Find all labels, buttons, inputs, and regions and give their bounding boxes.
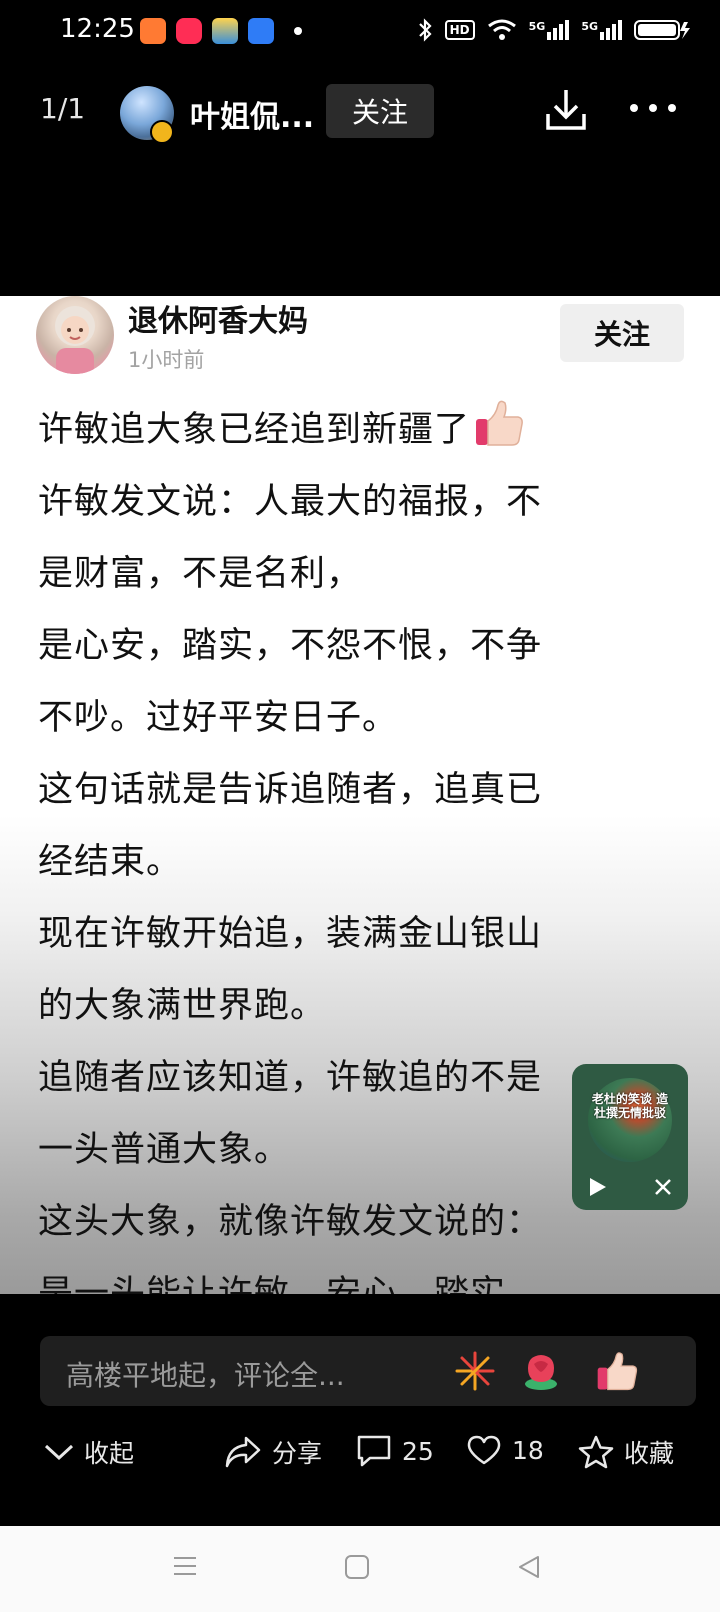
action-bar: 收起 分享 25 18 收藏 — [0, 1434, 720, 1494]
post-time: 1小时前 — [128, 348, 205, 372]
search-app-icon — [248, 18, 274, 44]
heart-icon — [467, 1435, 501, 1465]
network-label: 5G — [528, 20, 546, 33]
follow-poster-button[interactable]: 关注 — [560, 304, 684, 362]
thumbs-up-emoji — [476, 400, 523, 446]
rose-emoji[interactable] — [520, 1350, 562, 1392]
collapse-label: 收起 — [84, 1439, 135, 1468]
signal-bar — [600, 32, 604, 40]
comment-input[interactable]: 高楼平地起，评论全... — [40, 1336, 696, 1406]
bluetooth-icon — [418, 18, 432, 42]
back-icon[interactable] — [516, 1554, 542, 1580]
notification-dot — [294, 27, 302, 35]
favorite-button[interactable]: 收藏 — [578, 1434, 674, 1470]
hd-badge: HD — [444, 20, 475, 40]
download-icon[interactable] — [544, 86, 588, 134]
signal-5g-2: 5G — [581, 20, 622, 40]
star-icon — [578, 1435, 614, 1469]
post-line: 是财富，不是名利， — [38, 554, 363, 594]
game-app-icon — [212, 18, 238, 44]
bottom-panel: 高楼平地起，评论全... 收起 分享 25 18 收藏 — [0, 1294, 720, 1526]
post-line: 的大象满世界跑。 — [38, 986, 327, 1026]
post-line-text: 许敏追大象已经追到新疆了 — [38, 410, 471, 450]
post-line: 这句话就是告诉追随者，追真已 — [38, 770, 543, 810]
like-count: 18 — [512, 1435, 544, 1465]
floating-mini-player[interactable]: 老杜的笑谈 造杜撰无情批驳 — [572, 1064, 688, 1210]
post-line: 是一头能让许敏，安心，踏实 — [38, 1274, 507, 1294]
home-icon[interactable] — [344, 1554, 370, 1580]
battery-icon — [634, 20, 690, 40]
more-dot — [668, 104, 676, 112]
signal-5g-1: 5G — [529, 20, 570, 40]
comment-placeholder: 高楼平地起，评论全... — [66, 1359, 345, 1392]
poster-name[interactable]: 退休阿香大妈 — [128, 296, 308, 340]
status-app-icons — [140, 18, 302, 44]
chevron-down-icon — [44, 1444, 74, 1461]
post-line: 不吵。过好平安日子。 — [38, 698, 399, 738]
like-button[interactable]: 18 — [466, 1434, 544, 1466]
signal-bar — [618, 20, 622, 40]
video-app-icon — [176, 18, 202, 44]
post-line: 经结束。 — [38, 842, 183, 882]
post-line: 许敏追大象已经追到新疆了 — [38, 394, 688, 466]
signal-bar — [559, 24, 564, 40]
collapse-button[interactable]: 收起 — [44, 1434, 134, 1470]
menu-icon[interactable] — [172, 1554, 198, 1578]
mini-player-title: 老杜的笑谈 造杜撰无情批驳 — [591, 1092, 669, 1120]
grandma-avatar-illustration — [55, 306, 95, 374]
kuaishou-icon — [140, 18, 166, 44]
poster-avatar[interactable] — [36, 296, 114, 374]
share-button[interactable]: 分享 — [224, 1434, 322, 1470]
signal-bar — [553, 28, 558, 40]
firework-emoji[interactable] — [454, 1350, 496, 1392]
follow-button[interactable]: 关注 — [326, 84, 434, 138]
signal-bar — [606, 28, 610, 40]
close-icon[interactable] — [654, 1178, 672, 1196]
status-indicators: HD 5G 5G — [417, 18, 692, 42]
play-icon[interactable] — [588, 1176, 608, 1198]
author-name[interactable]: 叶姐侃... — [190, 92, 314, 136]
signal-bar — [565, 20, 570, 40]
mini-player-cover[interactable] — [588, 1078, 672, 1162]
comment-icon — [357, 1435, 391, 1467]
status-bar: 12:25 HD 5G 5G — [0, 0, 720, 66]
share-icon — [225, 1436, 261, 1468]
page-counter: 1/1 — [40, 92, 86, 125]
top-bar: 1/1 叶姐侃... 关注 — [0, 66, 720, 156]
thumbs-up-emoji[interactable] — [596, 1350, 638, 1392]
favorite-label: 收藏 — [624, 1439, 675, 1468]
system-nav-bar — [0, 1526, 720, 1612]
more-icon[interactable] — [630, 104, 676, 116]
comment-button[interactable]: 25 — [356, 1434, 434, 1468]
signal-bar — [612, 24, 616, 40]
wifi-icon — [487, 19, 516, 40]
more-dot — [630, 104, 638, 112]
more-dot — [649, 104, 657, 112]
network-label: 5G — [581, 20, 598, 33]
post-line: 许敏发文说：人最大的福报，不 — [38, 482, 543, 522]
comment-count: 25 — [402, 1436, 434, 1466]
post-line: 是心安，踏实，不怨不恨，不争 — [38, 626, 543, 666]
post-line: 现在许敏开始追，装满金山银山 — [38, 914, 543, 954]
signal-bar — [547, 32, 552, 40]
verified-badge-icon — [150, 120, 174, 144]
status-time: 12:25 — [60, 14, 135, 44]
share-label: 分享 — [272, 1439, 323, 1468]
